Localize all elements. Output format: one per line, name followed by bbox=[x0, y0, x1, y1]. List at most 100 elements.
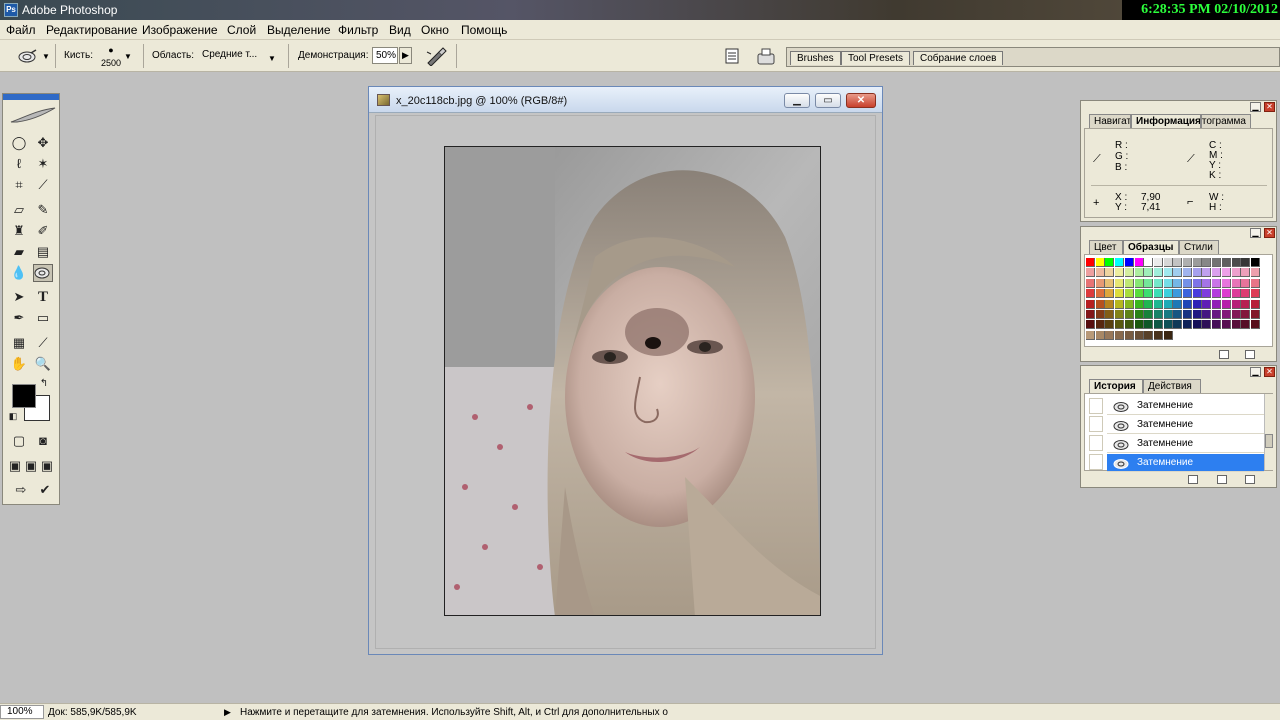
history-item-selected[interactable]: Затемнение bbox=[1107, 454, 1264, 472]
color-swatch[interactable] bbox=[1231, 320, 1241, 330]
tab-info[interactable]: Информация bbox=[1131, 114, 1201, 128]
new-document-from-state-icon[interactable] bbox=[1188, 475, 1198, 484]
magic-wand-tool-icon[interactable]: ✶ bbox=[33, 155, 53, 173]
eyedropper-tool-icon[interactable]: ⟋ bbox=[33, 334, 53, 352]
color-swatch[interactable] bbox=[1173, 289, 1183, 299]
color-swatch[interactable] bbox=[1212, 278, 1222, 288]
color-swatch[interactable] bbox=[1086, 310, 1095, 319]
check-icon[interactable]: ✔ bbox=[35, 481, 55, 499]
range-select[interactable]: Средние т... bbox=[199, 47, 279, 64]
color-swatch[interactable] bbox=[1115, 310, 1125, 319]
history-brush-tool-icon[interactable]: ✐ bbox=[33, 222, 53, 240]
color-swatch[interactable] bbox=[1192, 268, 1202, 278]
preset-dropdown-arrow-icon[interactable]: ▼ bbox=[42, 52, 50, 61]
color-swatch[interactable] bbox=[1163, 320, 1173, 330]
color-swatch[interactable] bbox=[1086, 278, 1095, 288]
palette-close-icon[interactable]: ✕ bbox=[1264, 102, 1275, 112]
well-tab-layer-comps[interactable]: Собрание слоев bbox=[913, 51, 1004, 65]
color-swatch[interactable] bbox=[1086, 299, 1095, 309]
color-swatch[interactable] bbox=[1250, 299, 1260, 309]
color-swatch[interactable] bbox=[1124, 289, 1134, 299]
brush-preview-icon[interactable]: ● bbox=[104, 45, 118, 55]
delete-state-icon[interactable] bbox=[1245, 475, 1255, 484]
color-swatch[interactable] bbox=[1163, 299, 1173, 309]
color-swatch[interactable] bbox=[1153, 258, 1163, 267]
gradient-tool-icon[interactable]: ▤ bbox=[33, 243, 53, 261]
palette-minimize-icon[interactable]: ▁ bbox=[1250, 367, 1261, 377]
color-swatch[interactable] bbox=[1192, 278, 1202, 288]
color-swatch[interactable] bbox=[1202, 289, 1212, 299]
screen-mode-full-icon[interactable]: ▣ bbox=[39, 457, 55, 475]
screen-mode-full-menu-icon[interactable]: ▣ bbox=[23, 457, 39, 475]
color-swatch[interactable] bbox=[1231, 278, 1241, 288]
menu-file[interactable]: Файл bbox=[6, 23, 36, 37]
color-swatch[interactable] bbox=[1134, 278, 1144, 288]
canvas-area[interactable] bbox=[375, 115, 876, 649]
color-swatch[interactable] bbox=[1115, 268, 1125, 278]
color-swatch[interactable] bbox=[1212, 258, 1222, 267]
menu-window[interactable]: Окно bbox=[421, 23, 449, 37]
standard-mode-icon[interactable]: ▢ bbox=[9, 432, 29, 450]
history-item[interactable]: Затемнение bbox=[1107, 416, 1264, 434]
color-swatch[interactable] bbox=[1250, 320, 1260, 330]
color-swatch[interactable] bbox=[1095, 320, 1105, 330]
file-browser-icon[interactable] bbox=[724, 48, 740, 64]
blur-tool-icon[interactable]: 💧 bbox=[9, 264, 29, 282]
color-swatch[interactable] bbox=[1105, 310, 1115, 319]
color-swatch[interactable] bbox=[1250, 268, 1260, 278]
color-swatch[interactable] bbox=[1231, 299, 1241, 309]
color-swatch[interactable] bbox=[1105, 330, 1115, 340]
color-swatch[interactable] bbox=[1134, 299, 1144, 309]
color-swatch[interactable] bbox=[1153, 330, 1163, 340]
color-swatch[interactable] bbox=[1202, 278, 1212, 288]
brush-dropdown-arrow-icon[interactable]: ▼ bbox=[124, 52, 132, 61]
color-swatch[interactable] bbox=[1105, 268, 1115, 278]
palette-close-icon[interactable]: ✕ bbox=[1264, 367, 1275, 377]
tab-history[interactable]: История bbox=[1089, 379, 1143, 393]
color-swatch[interactable] bbox=[1124, 320, 1134, 330]
shape-tool-icon[interactable]: ▭ bbox=[33, 309, 53, 327]
color-swatch[interactable] bbox=[1221, 320, 1231, 330]
color-swatch[interactable] bbox=[1221, 299, 1231, 309]
zoom-tool-icon[interactable]: 🔍 bbox=[33, 355, 53, 373]
tab-histogram[interactable]: Гистограмма bbox=[1201, 114, 1251, 128]
color-swatch[interactable] bbox=[1250, 278, 1260, 288]
menu-view[interactable]: Вид bbox=[389, 23, 411, 37]
healing-brush-tool-icon[interactable]: ▱ bbox=[9, 201, 29, 219]
color-swatch[interactable] bbox=[1086, 289, 1095, 299]
palette-minimize-icon[interactable]: ▁ bbox=[1250, 228, 1261, 238]
color-swatch[interactable] bbox=[1231, 258, 1241, 267]
color-swatch[interactable] bbox=[1163, 268, 1173, 278]
menu-help[interactable]: Помощь bbox=[461, 23, 507, 37]
slice-tool-icon[interactable]: ⟋ bbox=[33, 176, 53, 194]
color-swatch[interactable] bbox=[1115, 320, 1125, 330]
range-dropdown-arrow-icon[interactable]: ▼ bbox=[268, 54, 276, 63]
color-swatch[interactable] bbox=[1173, 258, 1183, 267]
color-swatch[interactable] bbox=[1105, 278, 1115, 288]
color-swatch[interactable] bbox=[1124, 268, 1134, 278]
color-swatch[interactable] bbox=[1163, 258, 1173, 267]
color-swatch[interactable] bbox=[1124, 310, 1134, 319]
color-swatch[interactable] bbox=[1153, 320, 1163, 330]
notes-tool-icon[interactable]: ▦ bbox=[9, 334, 29, 352]
minimize-button[interactable]: ▁ bbox=[784, 93, 810, 108]
color-swatch[interactable] bbox=[1202, 320, 1212, 330]
color-swatch[interactable] bbox=[1212, 299, 1222, 309]
color-swatch[interactable] bbox=[1144, 258, 1154, 267]
color-swatch[interactable] bbox=[1144, 330, 1154, 340]
crop-tool-icon[interactable]: ⌗ bbox=[9, 176, 29, 194]
lasso-tool-icon[interactable]: ℓ bbox=[9, 155, 29, 173]
color-swatch[interactable] bbox=[1134, 310, 1144, 319]
color-swatch[interactable] bbox=[1212, 268, 1222, 278]
color-swatch[interactable] bbox=[1241, 258, 1251, 267]
history-brush-source-checkbox[interactable] bbox=[1089, 416, 1103, 432]
well-tab-brushes[interactable]: Brushes bbox=[790, 51, 841, 65]
color-swatch[interactable] bbox=[1095, 310, 1105, 319]
path-selection-tool-icon[interactable]: ➤ bbox=[9, 288, 29, 306]
color-swatch[interactable] bbox=[1241, 299, 1251, 309]
color-swatch[interactable] bbox=[1163, 289, 1173, 299]
color-swatch[interactable] bbox=[1250, 310, 1260, 319]
history-scrollbar[interactable] bbox=[1264, 394, 1273, 470]
color-swatch[interactable] bbox=[1105, 299, 1115, 309]
color-swatch[interactable] bbox=[1231, 289, 1241, 299]
